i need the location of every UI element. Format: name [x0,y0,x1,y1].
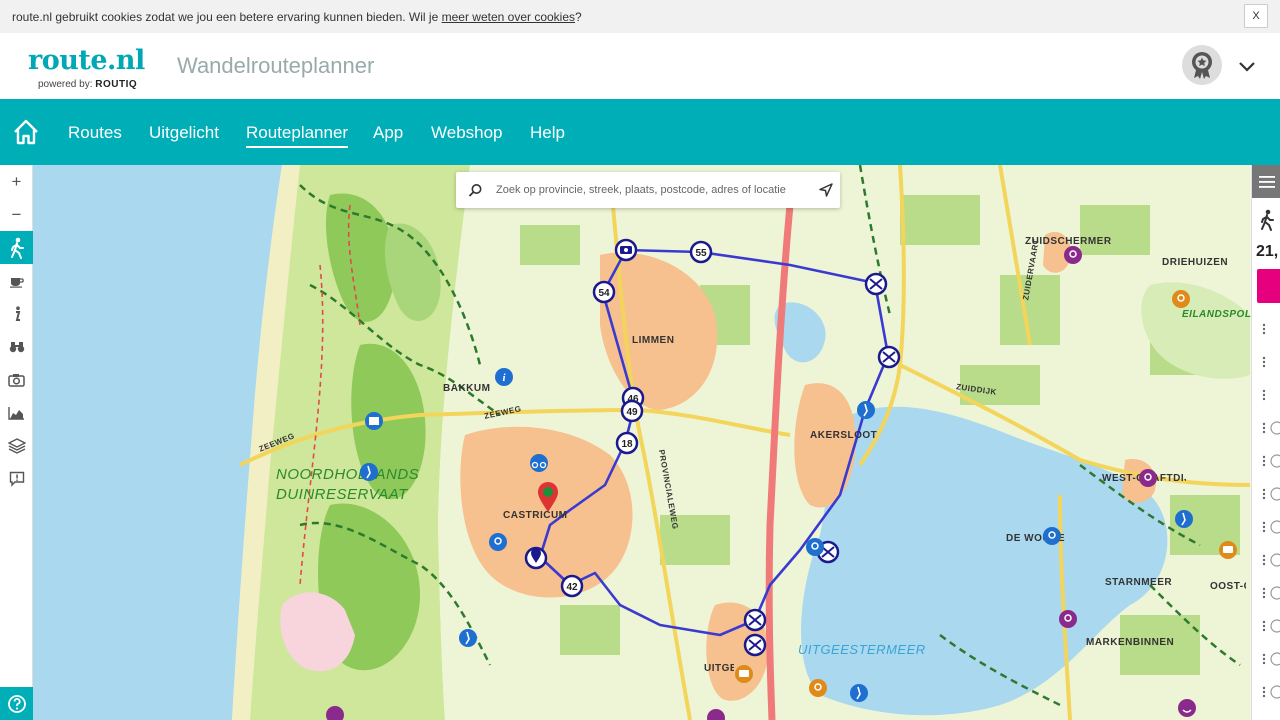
node-label: 49 [626,407,638,418]
hiker-poi-icon [850,684,868,702]
map-toolbar: + − [0,165,33,720]
node-42: 42 [560,574,584,598]
nav-routeplanner[interactable]: Routeplanner [246,123,349,148]
nav-routes[interactable]: Routes [68,123,122,146]
binoculars-layer-button[interactable] [0,330,33,363]
node-label: 42 [566,582,578,593]
search-poi-icon [1059,610,1077,628]
nav-webshop[interactable]: Webshop [431,123,503,146]
windmill-icon [743,608,767,632]
search-poi-icon [489,533,507,551]
map-canvas[interactable]: ZUIDSCHERMER DRIEHUIZEN EILANDSPOLDER LI… [0,165,1280,720]
main-nav: Routes Uitgelicht Routeplanner App Websh… [0,99,1280,165]
castle-icon [365,412,383,430]
search-input[interactable] [496,180,796,200]
export-button[interactable] [1257,269,1280,303]
cookie-text: route.nl gebruikt cookies zodat we jou e… [12,9,439,24]
waypoint-list[interactable] [1261,320,1280,720]
search-poi-icon [1064,246,1082,264]
camera-icon [1219,541,1237,559]
user-avatar-button[interactable] [1182,45,1222,85]
hamburger-icon [1258,175,1275,188]
node-55: 55 [689,240,713,264]
walker-icon [1261,209,1274,231]
binoculars-icon [9,342,24,353]
node-label: 18 [621,439,633,450]
zoom-out-button[interactable]: − [0,198,33,231]
elevation-button[interactable] [0,396,33,429]
cookie-info-link[interactable]: meer weten over cookies [442,10,575,24]
coffee-cup-icon [9,277,24,288]
camera-icon [735,665,753,683]
cookie-suffix: ? [575,9,582,24]
horeca-layer-button[interactable] [0,264,33,297]
route-nodes[interactable]: 55 54 46 49 18 42 i [0,165,1280,720]
report-icon [9,471,24,487]
question-icon [7,694,26,713]
search-poi-icon [806,538,824,556]
bicycle-icon [530,454,548,472]
layers-icon [7,437,26,454]
panel-menu-button[interactable] [1252,165,1280,198]
node-18: 18 [615,431,639,455]
windmill-icon [877,345,901,369]
camera-icon [614,238,638,262]
search-poi-icon [1139,469,1157,487]
award-icon [1192,52,1212,79]
cookie-close-button[interactable]: X [1244,4,1268,28]
nav-uitgelicht[interactable]: Uitgelicht [149,123,219,146]
home-icon[interactable] [12,118,40,146]
site-header: route.nl powered by: ROUTIQ Wandelroutep… [0,33,1280,99]
search-poi-icon [1043,527,1061,545]
node-54: 54 [592,280,616,304]
report-button[interactable] [0,462,33,495]
smiley-icon [1178,699,1196,717]
zoom-in-button[interactable]: + [0,165,33,198]
route-distance: 21, [1256,243,1279,260]
hiker-poi-icon [1175,510,1193,528]
search-poi-icon [1172,290,1190,308]
routiq-brand: ROUTIQ [95,79,138,90]
layers-button[interactable] [0,429,33,462]
location-pin-icon [524,546,548,570]
windmill-icon [864,272,888,296]
locate-me-icon[interactable] [818,182,834,198]
chevron-down-icon[interactable] [1236,55,1258,77]
camera-icon [8,373,25,387]
node-49: 49 [620,399,644,423]
route-nl-logo[interactable]: route.nl [28,45,145,76]
windmill-icon [743,633,767,657]
powered-by: powered by: ROUTIQ [38,79,137,90]
route-panel: 21, [1251,165,1280,720]
nav-help[interactable]: Help [530,123,565,146]
help-button[interactable] [0,687,33,720]
search-poi-icon [809,679,827,697]
cookie-bar: route.nl gebruikt cookies zodat we jou e… [0,0,1280,33]
start-marker-icon [538,482,558,512]
elevation-icon [8,406,24,420]
search-poi-icon [707,709,725,720]
search-poi-icon [326,706,344,720]
node-label: 55 [695,248,707,259]
nav-app[interactable]: App [373,123,403,146]
hiker-poi-icon [857,401,875,419]
info-layer-button[interactable] [0,297,33,330]
walking-mode-button[interactable] [0,231,33,264]
hiker-poi-icon [459,629,477,647]
info-icon [15,305,20,321]
page-title: Wandelrouteplanner [177,53,375,78]
hiker-poi-icon [360,463,378,481]
location-search-box [456,172,840,208]
search-icon[interactable] [468,183,483,198]
node-label: 54 [598,288,610,299]
photo-layer-button[interactable] [0,363,33,396]
powered-by-label: powered by: [38,79,93,90]
info-icon: i [495,368,513,386]
walker-icon [10,237,24,259]
